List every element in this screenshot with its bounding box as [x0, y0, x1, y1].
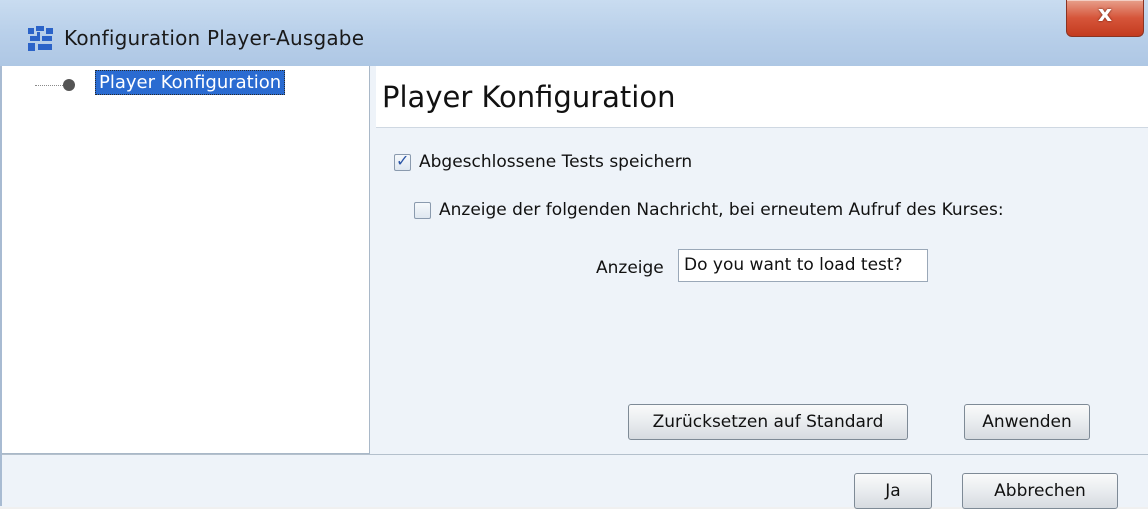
save-tests-checkbox[interactable] — [394, 151, 411, 171]
close-button[interactable]: x — [1066, 0, 1144, 37]
show-message-checkbox[interactable] — [414, 201, 431, 219]
close-icon: x — [1097, 2, 1113, 27]
tree-item-player-konfiguration[interactable]: Player Konfiguration — [95, 70, 286, 95]
panel-title: Player Konfiguration — [382, 80, 676, 114]
tree-connector — [35, 85, 63, 86]
app-logo-icon — [28, 26, 53, 51]
window-title: Konfiguration Player-Ausgabe — [64, 26, 365, 50]
display-message-input[interactable]: Do you want to load test? — [678, 249, 928, 282]
save-tests-option[interactable]: Abgeschlossene Tests speichern — [394, 151, 693, 172]
title-bar[interactable]: Konfiguration Player-Ausgabe x — [0, 0, 1148, 67]
reset-default-button[interactable]: Zurücksetzen auf Standard — [628, 404, 908, 440]
apply-button[interactable]: Anwenden — [964, 404, 1090, 440]
cancel-button[interactable]: Abbrechen — [962, 473, 1118, 509]
show-message-label: Anzeige der folgenden Nachricht, bei ern… — [439, 200, 1004, 220]
window-frame-edge — [0, 66, 2, 506]
dialog-content: Player Konfiguration Player Konfiguratio… — [0, 66, 1148, 454]
tree-node-icon — [63, 79, 75, 91]
display-label: Anzeige — [596, 258, 664, 278]
save-tests-label: Abgeschlossene Tests speichern — [419, 152, 693, 172]
panel-header: Player Konfiguration — [376, 66, 1148, 128]
dialog-footer: Ja Abbrechen — [0, 454, 1148, 509]
ok-button[interactable]: Ja — [854, 473, 932, 509]
navigation-tree: Player Konfiguration — [0, 66, 370, 454]
dialog-window: Konfiguration Player-Ausgabe x Player Ko… — [0, 0, 1148, 509]
show-message-option[interactable]: Anzeige der folgenden Nachricht, bei ern… — [414, 200, 1004, 220]
settings-panel: Player Konfiguration Abgeschlossene Test… — [376, 66, 1148, 454]
